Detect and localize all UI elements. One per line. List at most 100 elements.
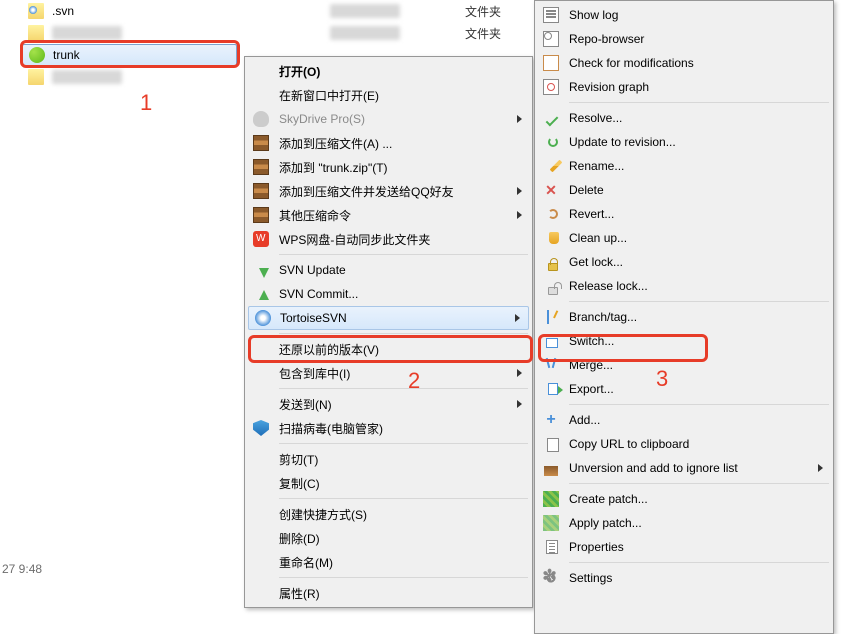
menu-create-shortcut[interactable]: 创建快捷方式(S) (247, 502, 530, 526)
menu-add-send-qq[interactable]: 添加到压缩文件并发送给QQ好友 (247, 179, 530, 203)
resolve-icon (543, 110, 559, 126)
submenu-arrow-icon (517, 115, 522, 123)
file-row-trunk-selected[interactable]: trunk (22, 44, 237, 66)
menu-label: 剪切(T) (279, 451, 318, 468)
submenu-clean-up[interactable]: Clean up... (537, 226, 831, 250)
file-type: 文件夹 (465, 25, 501, 42)
menu-label: Apply patch... (569, 516, 642, 530)
submenu-switch[interactable]: Switch... (537, 329, 831, 353)
menu-add-trunk-zip[interactable]: 添加到 "trunk.zip"(T) (247, 155, 530, 179)
branch-icon (543, 309, 559, 325)
menu-restore-previous[interactable]: 还原以前的版本(V) (247, 337, 530, 361)
folder-svn-icon (28, 3, 44, 19)
menu-label: WPS网盘-自动同步此文件夹 (279, 231, 430, 248)
menu-delete[interactable]: 删除(D) (247, 526, 530, 550)
menu-open-new-window[interactable]: 在新窗口中打开(E) (247, 83, 530, 107)
menu-send-to[interactable]: 发送到(N) (247, 392, 530, 416)
delete-icon: ✕ (543, 182, 559, 198)
submenu-delete[interactable]: ✕ Delete (537, 178, 831, 202)
menu-scan-virus[interactable]: 扫描病毒(电脑管家) (247, 416, 530, 440)
menu-rename[interactable]: 重命名(M) (247, 550, 530, 574)
menu-label: 在新窗口中打开(E) (279, 87, 379, 104)
properties-icon (543, 539, 559, 555)
menu-label: Delete (569, 183, 604, 197)
blurred-field (330, 26, 400, 40)
submenu-show-log[interactable]: Show log (537, 3, 831, 27)
submenu-export[interactable]: Export... (537, 377, 831, 401)
menu-label: Merge... (569, 358, 613, 372)
submenu-apply-patch[interactable]: Apply patch... (537, 511, 831, 535)
menu-label: Update to revision... (569, 135, 676, 149)
menu-open[interactable]: 打开(O) (247, 59, 530, 83)
menu-label: Repo-browser (569, 32, 644, 46)
menu-add-archive[interactable]: 添加到压缩文件(A) ... (247, 131, 530, 155)
submenu-get-lock[interactable]: Get lock... (537, 250, 831, 274)
menu-svn-commit[interactable]: SVN Commit... (247, 282, 530, 306)
submenu-unversion-ignore[interactable]: Unversion and add to ignore list (537, 456, 831, 480)
submenu-rename[interactable]: Rename... (537, 154, 831, 178)
export-icon (543, 381, 559, 397)
submenu-copy-url[interactable]: Copy URL to clipboard (537, 432, 831, 456)
submenu-revision-graph[interactable]: Revision graph (537, 75, 831, 99)
menu-other-compress[interactable]: 其他压缩命令 (247, 203, 530, 227)
merge-icon (543, 357, 559, 373)
submenu-merge[interactable]: Merge... (537, 353, 831, 377)
trunk-svn-icon (29, 47, 45, 63)
menu-include-library[interactable]: 包含到库中(I) (247, 361, 530, 385)
add-icon: + (543, 412, 559, 428)
submenu-branch-tag[interactable]: Branch/tag... (537, 305, 831, 329)
file-name: .svn (52, 4, 302, 18)
menu-label: Properties (569, 540, 624, 554)
menu-label: 复制(C) (279, 475, 320, 492)
menu-label: Export... (569, 382, 614, 396)
context-menu-tortoisesvn: Show log Repo-browser Check for modifica… (534, 0, 834, 634)
submenu-repo-browser[interactable]: Repo-browser (537, 27, 831, 51)
menu-separator (279, 333, 528, 334)
submenu-properties[interactable]: Properties (537, 535, 831, 559)
unlock-icon (543, 278, 559, 294)
submenu-arrow-icon (517, 400, 522, 408)
menu-separator (569, 102, 829, 103)
menu-label: SVN Update (279, 263, 346, 277)
menu-label: Switch... (569, 334, 614, 348)
submenu-arrow-icon (517, 369, 522, 377)
menu-skydrive[interactable]: SkyDrive Pro(S) (247, 107, 530, 131)
submenu-revert[interactable]: Revert... (537, 202, 831, 226)
menu-separator (279, 577, 528, 578)
menu-label: 包含到库中(I) (279, 365, 350, 382)
menu-label: Create patch... (569, 492, 648, 506)
menu-label: SVN Commit... (279, 287, 358, 301)
menu-label: Unversion and add to ignore list (569, 461, 738, 475)
submenu-add[interactable]: + Add... (537, 408, 831, 432)
menu-wps[interactable]: WPS网盘-自动同步此文件夹 (247, 227, 530, 251)
revision-graph-icon (543, 79, 559, 95)
archive-icon (253, 183, 269, 199)
menu-svn-update[interactable]: SVN Update (247, 258, 530, 282)
lock-icon (543, 254, 559, 270)
switch-icon (543, 333, 559, 349)
menu-label: Branch/tag... (569, 310, 637, 324)
blurred-name (52, 70, 122, 84)
menu-label: 添加到 "trunk.zip"(T) (279, 159, 388, 176)
archive-icon (253, 135, 269, 151)
submenu-settings[interactable]: Settings (537, 566, 831, 590)
submenu-release-lock[interactable]: Release lock... (537, 274, 831, 298)
submenu-update-to-revision[interactable]: Update to revision... (537, 130, 831, 154)
menu-label: Clean up... (569, 231, 627, 245)
blurred-field (330, 4, 400, 18)
tortoisesvn-icon (255, 310, 271, 326)
submenu-check-modifications[interactable]: Check for modifications (537, 51, 831, 75)
clean-up-icon (543, 230, 559, 246)
menu-separator (279, 254, 528, 255)
submenu-create-patch[interactable]: Create patch... (537, 487, 831, 511)
menu-cut[interactable]: 剪切(T) (247, 447, 530, 471)
svn-commit-icon (253, 286, 269, 302)
menu-label: 创建快捷方式(S) (279, 506, 367, 523)
menu-copy[interactable]: 复制(C) (247, 471, 530, 495)
submenu-arrow-icon (517, 187, 522, 195)
menu-label: Rename... (569, 159, 624, 173)
submenu-resolve[interactable]: Resolve... (537, 106, 831, 130)
menu-properties[interactable]: 属性(R) (247, 581, 530, 605)
menu-label: Add... (569, 413, 600, 427)
menu-tortoisesvn[interactable]: TortoiseSVN (248, 306, 529, 330)
